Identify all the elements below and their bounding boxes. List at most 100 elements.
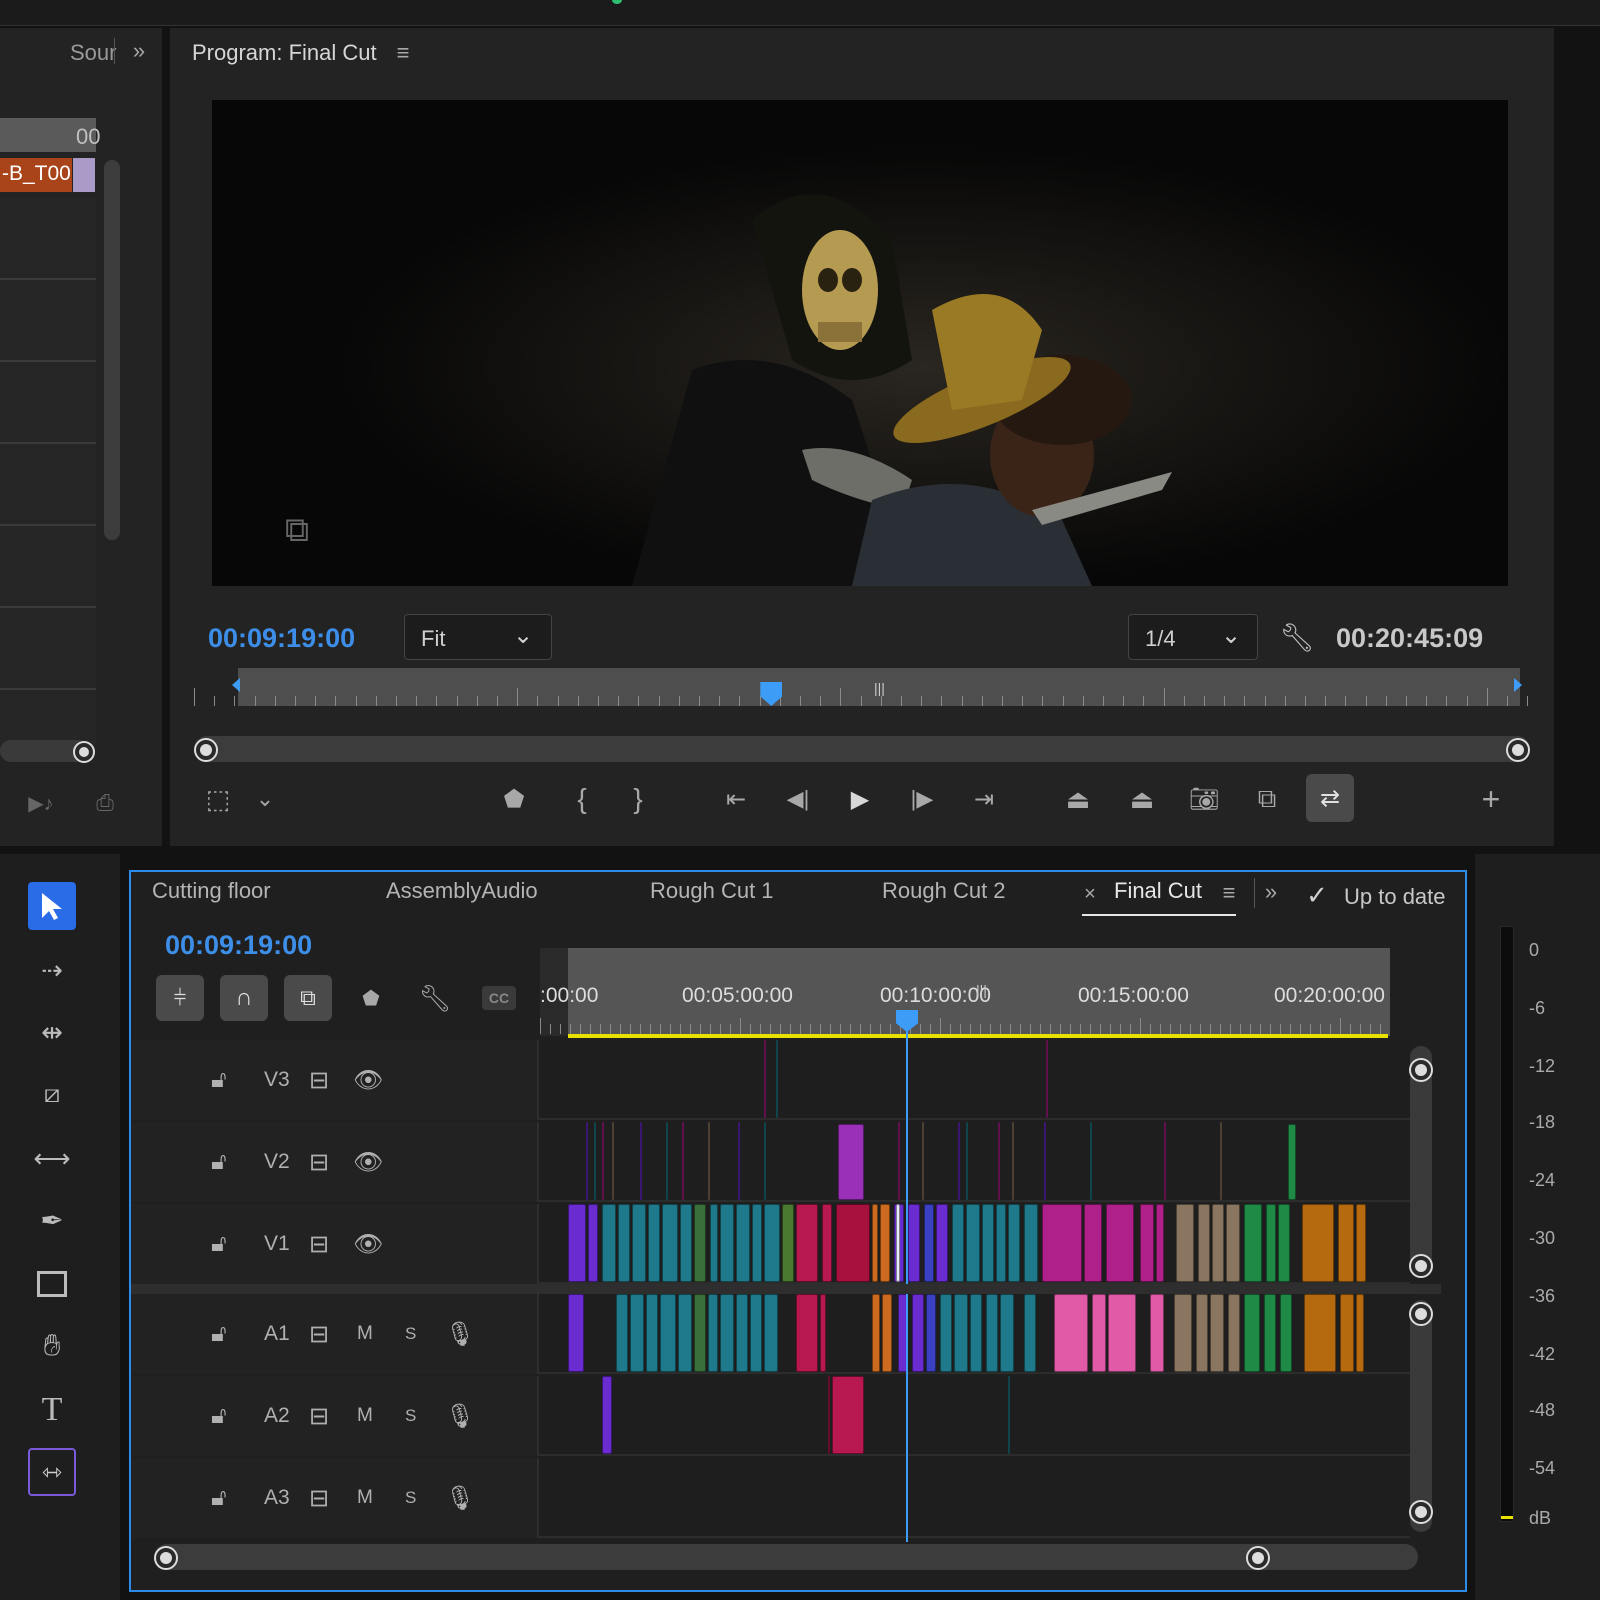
step-back-icon[interactable]: ◀| <box>780 782 816 816</box>
program-zoom-knob-right[interactable] <box>1508 740 1528 760</box>
lock-icon[interactable]: 🔓︎ <box>211 1148 227 1176</box>
tab-cutting-floor[interactable]: Cutting floor <box>152 878 271 904</box>
timeline-clip[interactable] <box>1090 1122 1092 1200</box>
timeline-clip[interactable] <box>630 1294 644 1372</box>
solo-button[interactable]: S <box>405 1406 416 1426</box>
timeline-clip[interactable] <box>832 1376 864 1454</box>
mute-button[interactable]: M <box>357 1405 373 1427</box>
tab-final-cut[interactable]: Final Cut <box>1114 878 1202 904</box>
timeline-clip[interactable] <box>1356 1204 1366 1282</box>
out-point-marker[interactable] <box>1514 678 1522 692</box>
timeline-clip[interactable] <box>646 1294 658 1372</box>
tab-rough-cut-2[interactable]: Rough Cut 2 <box>882 878 1006 904</box>
timeline-clip[interactable] <box>764 1122 766 1200</box>
timeline-clip[interactable] <box>632 1204 646 1282</box>
sync-lock-icon[interactable]: ⊟ <box>309 1320 329 1349</box>
microphone-icon[interactable]: 🎙︎ <box>445 1484 475 1513</box>
timeline-clip[interactable] <box>908 1204 920 1282</box>
video-tracks-scrollbar[interactable] <box>1410 1046 1432 1278</box>
timeline-clip[interactable] <box>1108 1294 1136 1372</box>
timeline-clip[interactable] <box>958 1122 960 1200</box>
timeline-clip[interactable] <box>912 1294 924 1372</box>
timeline-clip[interactable] <box>1156 1204 1164 1282</box>
timeline-clip[interactable] <box>1280 1294 1292 1372</box>
timeline-clip[interactable] <box>796 1204 818 1282</box>
zoom-level-select[interactable]: Fit ⌄ <box>404 614 552 660</box>
timeline-clip[interactable] <box>1226 1204 1240 1282</box>
timeline-clip[interactable] <box>880 1204 890 1282</box>
microphone-icon[interactable]: 🎙︎ <box>445 1320 475 1349</box>
tab-menu-icon[interactable]: ≡ <box>1218 880 1240 906</box>
timeline-clip[interactable] <box>618 1204 630 1282</box>
timeline-clip[interactable] <box>954 1294 968 1372</box>
eye-icon[interactable]: 👁︎ <box>353 1230 383 1259</box>
captions-cc-icon[interactable]: CC <box>482 986 516 1010</box>
step-forward-icon[interactable]: |▶ <box>904 782 940 816</box>
timeline-zoom-knob-right[interactable] <box>1248 1548 1268 1568</box>
hand-tool[interactable]: ✋︎ <box>28 1322 76 1370</box>
insert-sequence-as-nest-button[interactable]: ⫩ <box>156 975 204 1021</box>
timeline-clip[interactable] <box>720 1294 734 1372</box>
timeline-clip[interactable] <box>966 1122 968 1200</box>
timeline-clip[interactable] <box>736 1294 748 1372</box>
export-frame-icon[interactable]: ⎙ <box>90 788 120 818</box>
timeline-clip[interactable] <box>708 1294 718 1372</box>
timeline-clip[interactable] <box>720 1204 734 1282</box>
timeline-clip[interactable] <box>602 1204 616 1282</box>
audio-tracks-scrollbar[interactable] <box>1410 1300 1432 1532</box>
timeline-clip[interactable] <box>640 1122 642 1200</box>
timeline-clip[interactable] <box>982 1204 994 1282</box>
timeline-clip[interactable] <box>1288 1124 1296 1200</box>
source-clip-transition[interactable] <box>73 158 95 192</box>
timeline-clip[interactable] <box>1244 1204 1262 1282</box>
source-scroll-knob[interactable] <box>75 743 93 761</box>
eye-icon[interactable]: 👁︎ <box>353 1066 383 1095</box>
mark-out-icon[interactable]: } <box>622 782 654 816</box>
timeline-clip[interactable] <box>952 1204 964 1282</box>
mute-button[interactable]: M <box>357 1323 373 1345</box>
timeline-current-timecode[interactable]: 00:09:19:00 <box>165 930 312 961</box>
multi-camera-icon[interactable]: ⧉ <box>1246 780 1288 818</box>
timeline-clip[interactable] <box>680 1204 692 1282</box>
program-current-timecode[interactable]: 00:09:19:00 <box>208 623 355 654</box>
sync-lock-icon[interactable]: ⊟ <box>309 1148 329 1177</box>
timeline-clip[interactable] <box>602 1376 612 1454</box>
playback-resolution-select[interactable]: 1/4 ⌄ <box>1128 614 1258 660</box>
timeline-clip[interactable] <box>1244 1294 1260 1372</box>
wrench-settings-icon[interactable]: 🔧︎ <box>1279 620 1315 654</box>
timeline-clip[interactable] <box>1174 1294 1192 1372</box>
mute-button[interactable]: M <box>357 1487 373 1509</box>
timeline-clip[interactable] <box>986 1294 998 1372</box>
timeline-clip[interactable] <box>1044 1122 1046 1200</box>
timeline-clip-selected[interactable] <box>896 1204 900 1282</box>
timeline-clip[interactable] <box>1008 1204 1020 1282</box>
eye-icon[interactable]: 👁︎ <box>353 1148 383 1177</box>
timeline-clip[interactable] <box>708 1122 710 1200</box>
program-monitor-title[interactable]: Program: Final Cut <box>192 40 377 66</box>
timeline-clip[interactable] <box>1264 1294 1276 1372</box>
timeline-clip[interactable] <box>1024 1294 1036 1372</box>
timeline-clip[interactable] <box>1054 1294 1088 1372</box>
timeline-clip[interactable] <box>1012 1122 1014 1200</box>
timeline-clip[interactable] <box>594 1122 596 1200</box>
timeline-clip[interactable] <box>940 1294 952 1372</box>
timeline-clip[interactable] <box>1338 1204 1354 1282</box>
go-to-in-icon[interactable]: ⇤ <box>716 782 756 816</box>
timeline-clip[interactable] <box>836 1204 870 1282</box>
timeline-clip[interactable] <box>1356 1294 1364 1372</box>
timeline-clip[interactable] <box>1304 1294 1336 1372</box>
source-tab-label[interactable]: Sour <box>70 40 116 66</box>
timeline-clip[interactable] <box>924 1204 934 1282</box>
razor-tool[interactable]: ⧄ <box>28 1070 76 1118</box>
timeline-clip[interactable] <box>586 1122 588 1200</box>
timeline-clip[interactable] <box>1150 1294 1164 1372</box>
timeline-clip[interactable] <box>776 1040 778 1118</box>
video-scroll-knob-top[interactable] <box>1411 1060 1431 1080</box>
add-marker-icon[interactable]: ⬟ <box>498 782 530 816</box>
solo-button[interactable]: S <box>405 1488 416 1508</box>
microphone-icon[interactable]: 🎙︎ <box>445 1402 475 1431</box>
comparison-view-icon[interactable]: ⧉ <box>272 508 322 552</box>
timeline-clip[interactable] <box>1210 1294 1224 1372</box>
program-zoom-scrollbar[interactable] <box>194 736 1530 762</box>
timeline-clip[interactable] <box>1046 1040 1048 1118</box>
